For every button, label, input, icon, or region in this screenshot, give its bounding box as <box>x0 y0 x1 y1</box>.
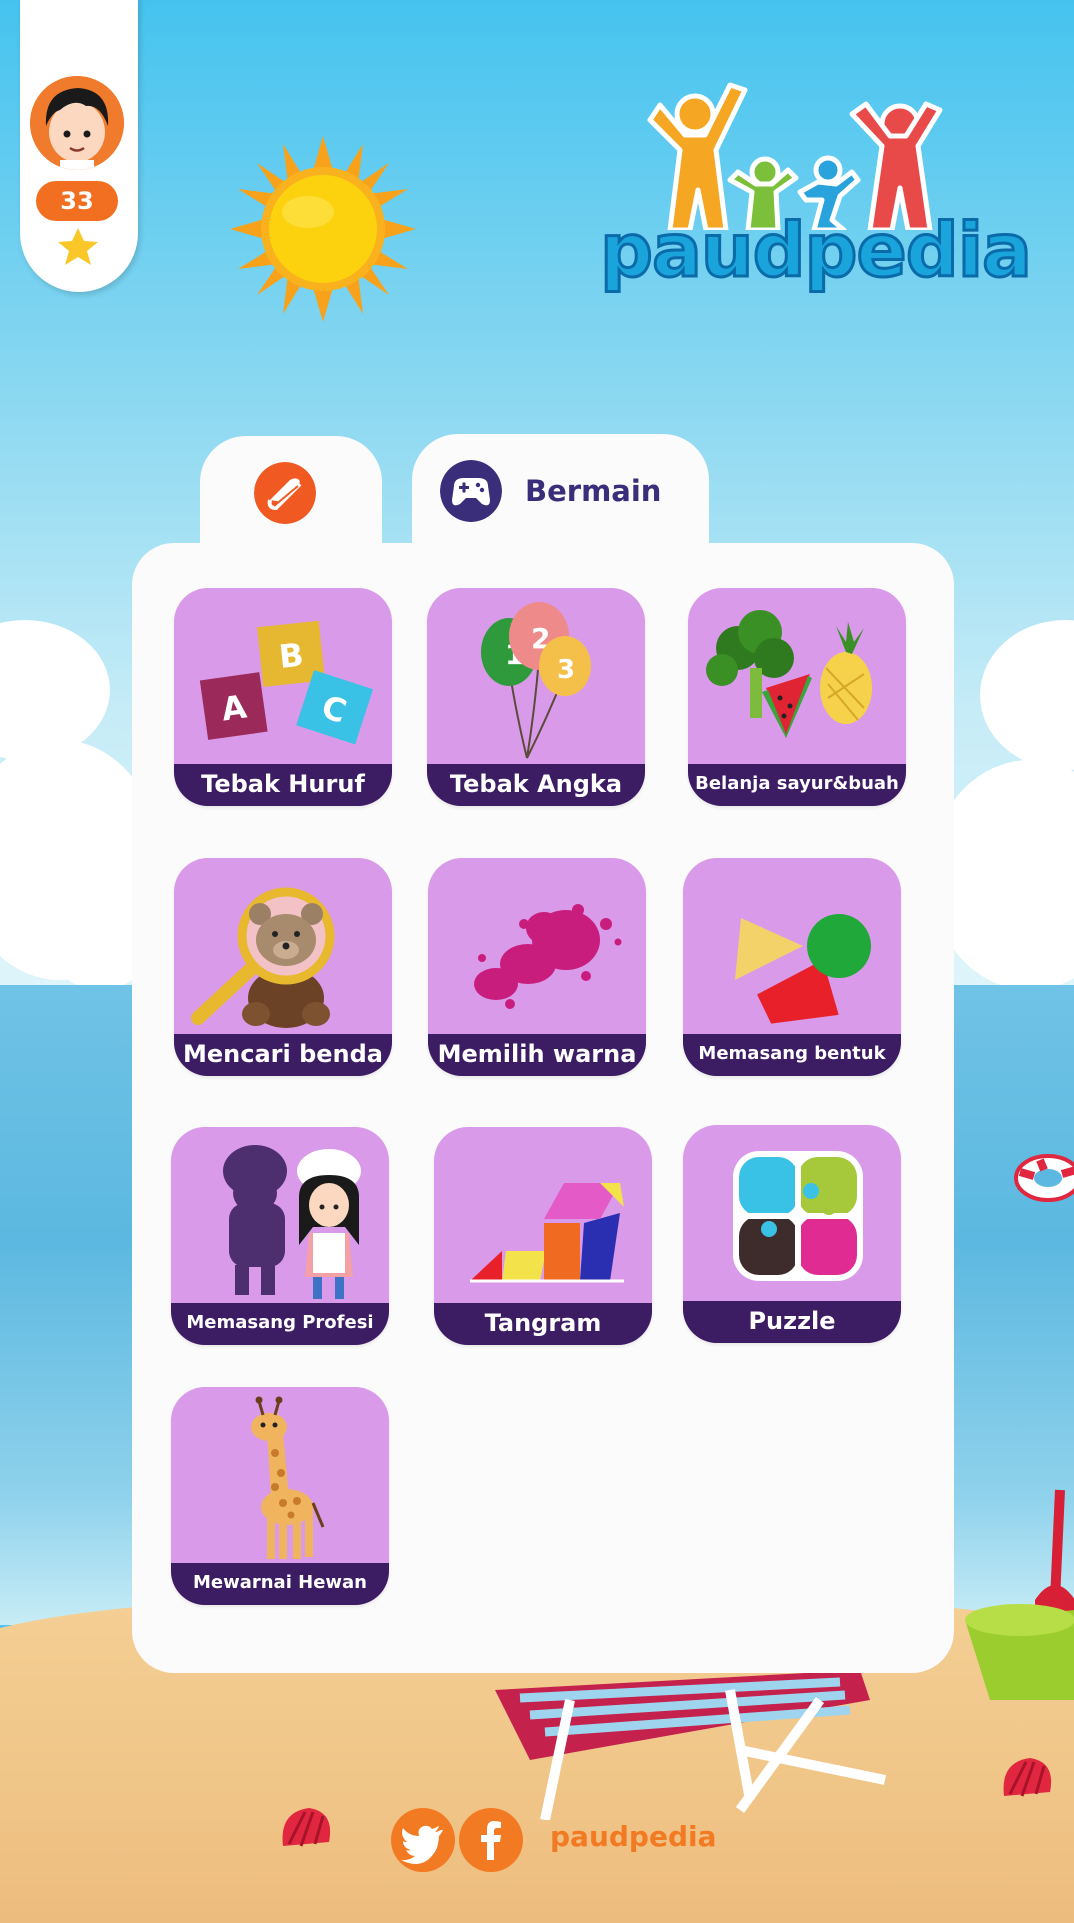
score-badge: 33 <box>36 181 118 221</box>
tangram-icon <box>470 1183 624 1283</box>
game-tebak-angka[interactable]: 1 2 3 Tebak Angka <box>427 588 645 806</box>
letter-blocks-icon: A B C <box>199 620 374 745</box>
game-label: Memasang Profesi <box>171 1303 389 1345</box>
game-tebak-huruf[interactable]: A B C Tebak Huruf <box>174 588 392 806</box>
shapes-icon <box>735 914 871 1024</box>
facebook-button[interactable] <box>459 1808 523 1872</box>
paint-splash-icon <box>474 904 622 1009</box>
svg-text:B: B <box>277 636 305 676</box>
chef-silhouette-icon <box>223 1145 361 1299</box>
game-label: Mewarnai Hewan <box>171 1563 389 1605</box>
game-label: Memasang bentuk <box>683 1034 901 1076</box>
game-memilih-warna[interactable]: Memilih warna <box>428 858 646 1076</box>
game-mencari-benda[interactable]: Mencari benda <box>174 858 392 1076</box>
balloons-icon: 1 2 3 <box>481 602 591 759</box>
game-tangram[interactable]: Tangram <box>434 1127 652 1345</box>
game-puzzle[interactable]: Puzzle <box>683 1125 901 1343</box>
life-ring <box>1014 1154 1074 1202</box>
twitter-button[interactable] <box>391 1808 455 1872</box>
game-label: Tangram <box>434 1303 652 1345</box>
tab-play-label: Bermain <box>525 474 662 508</box>
paudpedia-logo: paudpedia <box>599 80 1034 300</box>
giraffe-icon <box>251 1396 325 1559</box>
game-label: Tebak Angka <box>427 764 645 806</box>
beach-chair <box>495 1670 887 1820</box>
footer-brand[interactable]: paudpedia <box>550 1820 716 1853</box>
logo-text: paudpedia <box>599 207 1034 296</box>
sun-icon <box>230 136 416 322</box>
vegetables-fruits-icon <box>706 610 872 738</box>
game-label: Mencari benda <box>174 1034 392 1076</box>
game-belanja-sayur-buah[interactable]: Belanja sayur&buah <box>688 588 906 806</box>
svg-text:3: 3 <box>557 655 575 685</box>
game-mewarnai-hewan[interactable]: Mewarnai Hewan <box>171 1387 389 1605</box>
gamepad-icon <box>440 460 502 522</box>
profile-card[interactable]: 33 <box>20 0 138 292</box>
seashell <box>1003 1758 1052 1797</box>
seashell <box>282 1808 331 1847</box>
game-label: Tebak Huruf <box>174 764 392 806</box>
avatar[interactable] <box>30 76 124 170</box>
game-label: Memilih warna <box>428 1034 646 1076</box>
game-label: Puzzle <box>683 1301 901 1343</box>
twitter-icon <box>401 1825 443 1864</box>
game-memasang-bentuk[interactable]: Memasang bentuk <box>683 858 901 1076</box>
book-icon <box>254 462 316 524</box>
sand-bucket <box>965 1489 1074 1700</box>
game-label: Belanja sayur&buah <box>688 764 906 806</box>
magnifier-bear-icon <box>191 887 335 1028</box>
facebook-icon <box>481 1821 501 1860</box>
puzzle-icon <box>733 1151 863 1281</box>
game-memasang-profesi[interactable]: Memasang Profesi <box>171 1127 389 1345</box>
star-icon <box>58 228 98 265</box>
